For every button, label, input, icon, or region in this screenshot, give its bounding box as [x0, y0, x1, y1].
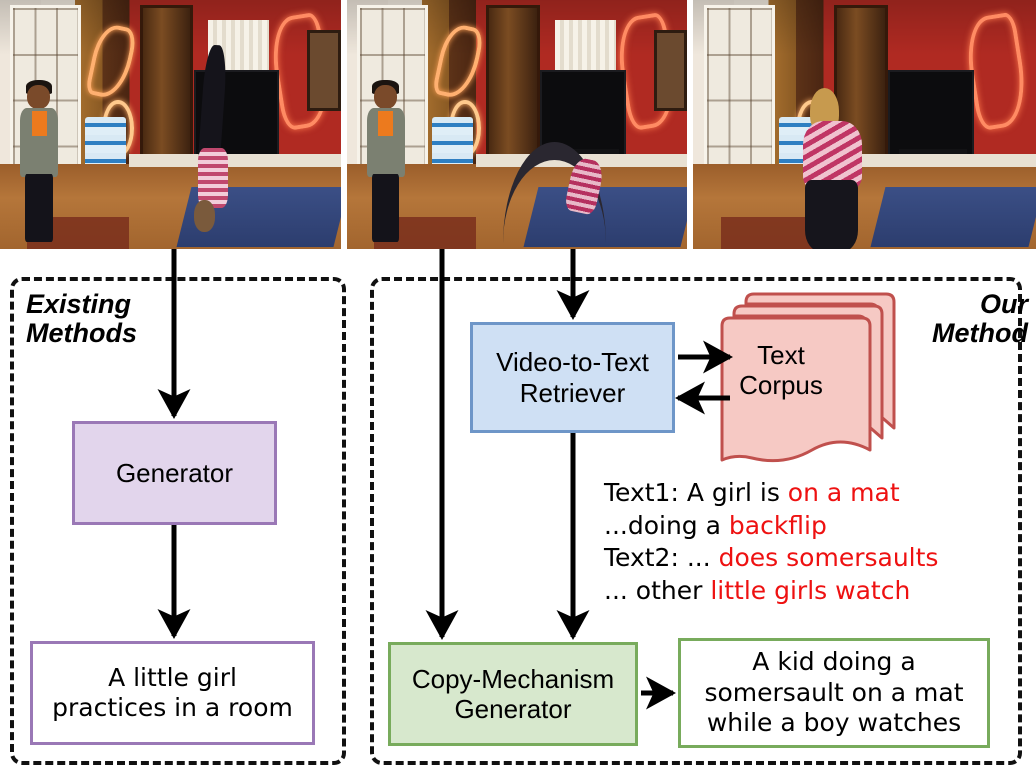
neon-squiggle-icon — [431, 21, 485, 101]
girl-bridge-pose — [503, 141, 606, 247]
neon-squiggle-icon — [84, 21, 138, 101]
figure-canvas: Existing Methods Our Method Generator A … — [0, 0, 1036, 774]
retrieved-text-prefix: ... other — [604, 575, 711, 605]
video-frames-row — [0, 0, 1036, 249]
retrieved-text-line: Text2: ... does somersaults — [604, 542, 1024, 575]
television — [888, 69, 975, 159]
existing-methods-label: Existing Methods — [26, 289, 137, 349]
wall-picture — [654, 29, 688, 111]
wood-cabinet — [139, 4, 194, 176]
video-to-text-retriever-box[interactable]: Video-to-Text Retriever — [470, 322, 675, 433]
copy-mechanism-generator-box[interactable]: Copy-Mechanism Generator — [388, 642, 638, 746]
video-frame-2 — [346, 0, 688, 249]
retrieved-text-line: ...doing a backflip — [604, 510, 1024, 543]
boy-standing — [367, 80, 405, 243]
boy-standing — [20, 80, 58, 243]
retrieved-text-line: ... other little girls watch — [604, 575, 1024, 608]
text-corpus-label: Text Corpus — [739, 340, 823, 401]
retrieved-text-highlight: does somersaults — [718, 543, 939, 572]
scene-background-1 — [0, 0, 341, 249]
text-corpus-stack[interactable]: Text Corpus — [700, 288, 910, 473]
our-method-label: Our Method — [932, 289, 1028, 349]
retrieved-text-line: Text1: A girl is on a mat — [604, 477, 1024, 510]
generator-box[interactable]: Generator — [72, 421, 277, 525]
scene-background-3 — [693, 0, 1036, 249]
retrieved-text-prefix: Text2: ... — [604, 543, 719, 572]
retrieved-text-highlight: backflip — [728, 510, 827, 540]
existing-caption-box: A little girl practices in a room — [30, 641, 315, 745]
wall-picture — [307, 29, 341, 111]
retrieved-texts-block: Text1: A girl is on a mat ...doing a bac… — [604, 477, 1024, 607]
retrieved-text-prefix: Text1: A girl is — [604, 478, 788, 507]
blue-gym-mat — [870, 186, 1036, 247]
video-frame-1 — [0, 0, 341, 249]
scene-background-2 — [346, 0, 688, 249]
girl-handstand — [191, 44, 239, 244]
retrieved-text-highlight: on a mat — [787, 478, 900, 507]
retrieved-text-prefix: ...doing a — [604, 510, 729, 540]
girl-kneeling — [789, 85, 885, 249]
our-caption-box: A kid doing a somersault on a mat while … — [678, 638, 990, 748]
retrieved-text-highlight: little girls watch — [710, 575, 911, 605]
window-curtain — [554, 19, 616, 75]
video-frame-3 — [693, 0, 1036, 249]
